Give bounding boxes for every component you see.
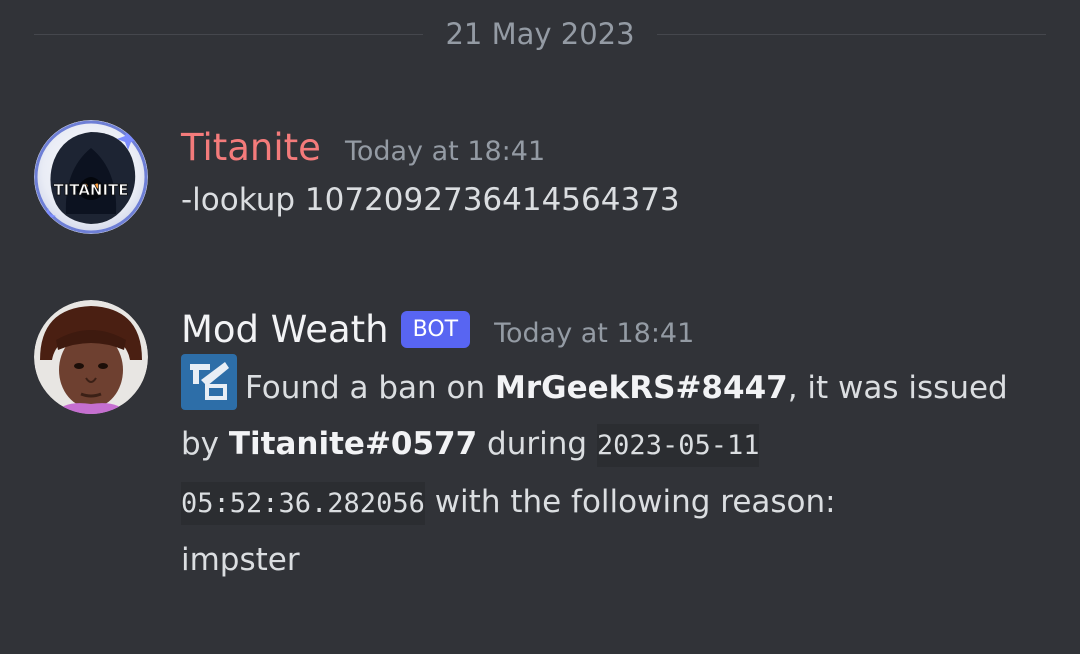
- username[interactable]: Mod Weath: [181, 308, 389, 351]
- message-header: Titanite Today at 18:41: [181, 120, 1054, 172]
- username[interactable]: Titanite: [181, 126, 321, 169]
- inline-code-date: 2023-05-11: [596, 424, 760, 467]
- avatar-logo-text: TITANITE: [53, 181, 128, 199]
- chat-view: 21 May 2023 TITANITE Titanite Today at 1…: [0, 0, 1080, 654]
- message-header: Mod Weath BOT Today at 18:41: [181, 300, 1054, 354]
- bot-badge: BOT: [400, 311, 471, 348]
- mod-weath-avatar-icon: [34, 300, 148, 414]
- ban-hammer-emoji-icon: [181, 354, 237, 410]
- text-segment: during: [477, 426, 597, 462]
- text-segment: Found a ban on: [245, 370, 496, 406]
- message-content: Mod Weath BOT Today at 18:41 Found a ban…: [181, 300, 1054, 588]
- date-divider: 21 May 2023: [34, 14, 1047, 54]
- message-text: Found a ban on MrGeekRS#8447, it was iss…: [181, 354, 1054, 588]
- inline-code-time: 05:52:36.282056: [181, 482, 425, 525]
- divider-line-right: [656, 33, 1047, 35]
- divider-line-left: [34, 33, 424, 35]
- message-content: Titanite Today at 18:41 -lookup 10720927…: [181, 120, 1054, 228]
- avatar[interactable]: [34, 300, 148, 414]
- divider-date: 21 May 2023: [445, 17, 635, 51]
- ban-reason: impster: [181, 542, 300, 578]
- titanite-avatar-icon: TITANITE: [34, 120, 148, 234]
- message-text: -lookup 1072092736414564373: [181, 182, 680, 218]
- timestamp[interactable]: Today at 18:41: [345, 136, 545, 167]
- text-segment: with the following reason:: [424, 484, 836, 520]
- issuer-user[interactable]: Titanite#0577: [229, 426, 477, 462]
- avatar[interactable]: TITANITE: [34, 120, 148, 234]
- banned-user[interactable]: MrGeekRS#8447: [495, 370, 788, 406]
- timestamp[interactable]: Today at 18:41: [494, 318, 694, 349]
